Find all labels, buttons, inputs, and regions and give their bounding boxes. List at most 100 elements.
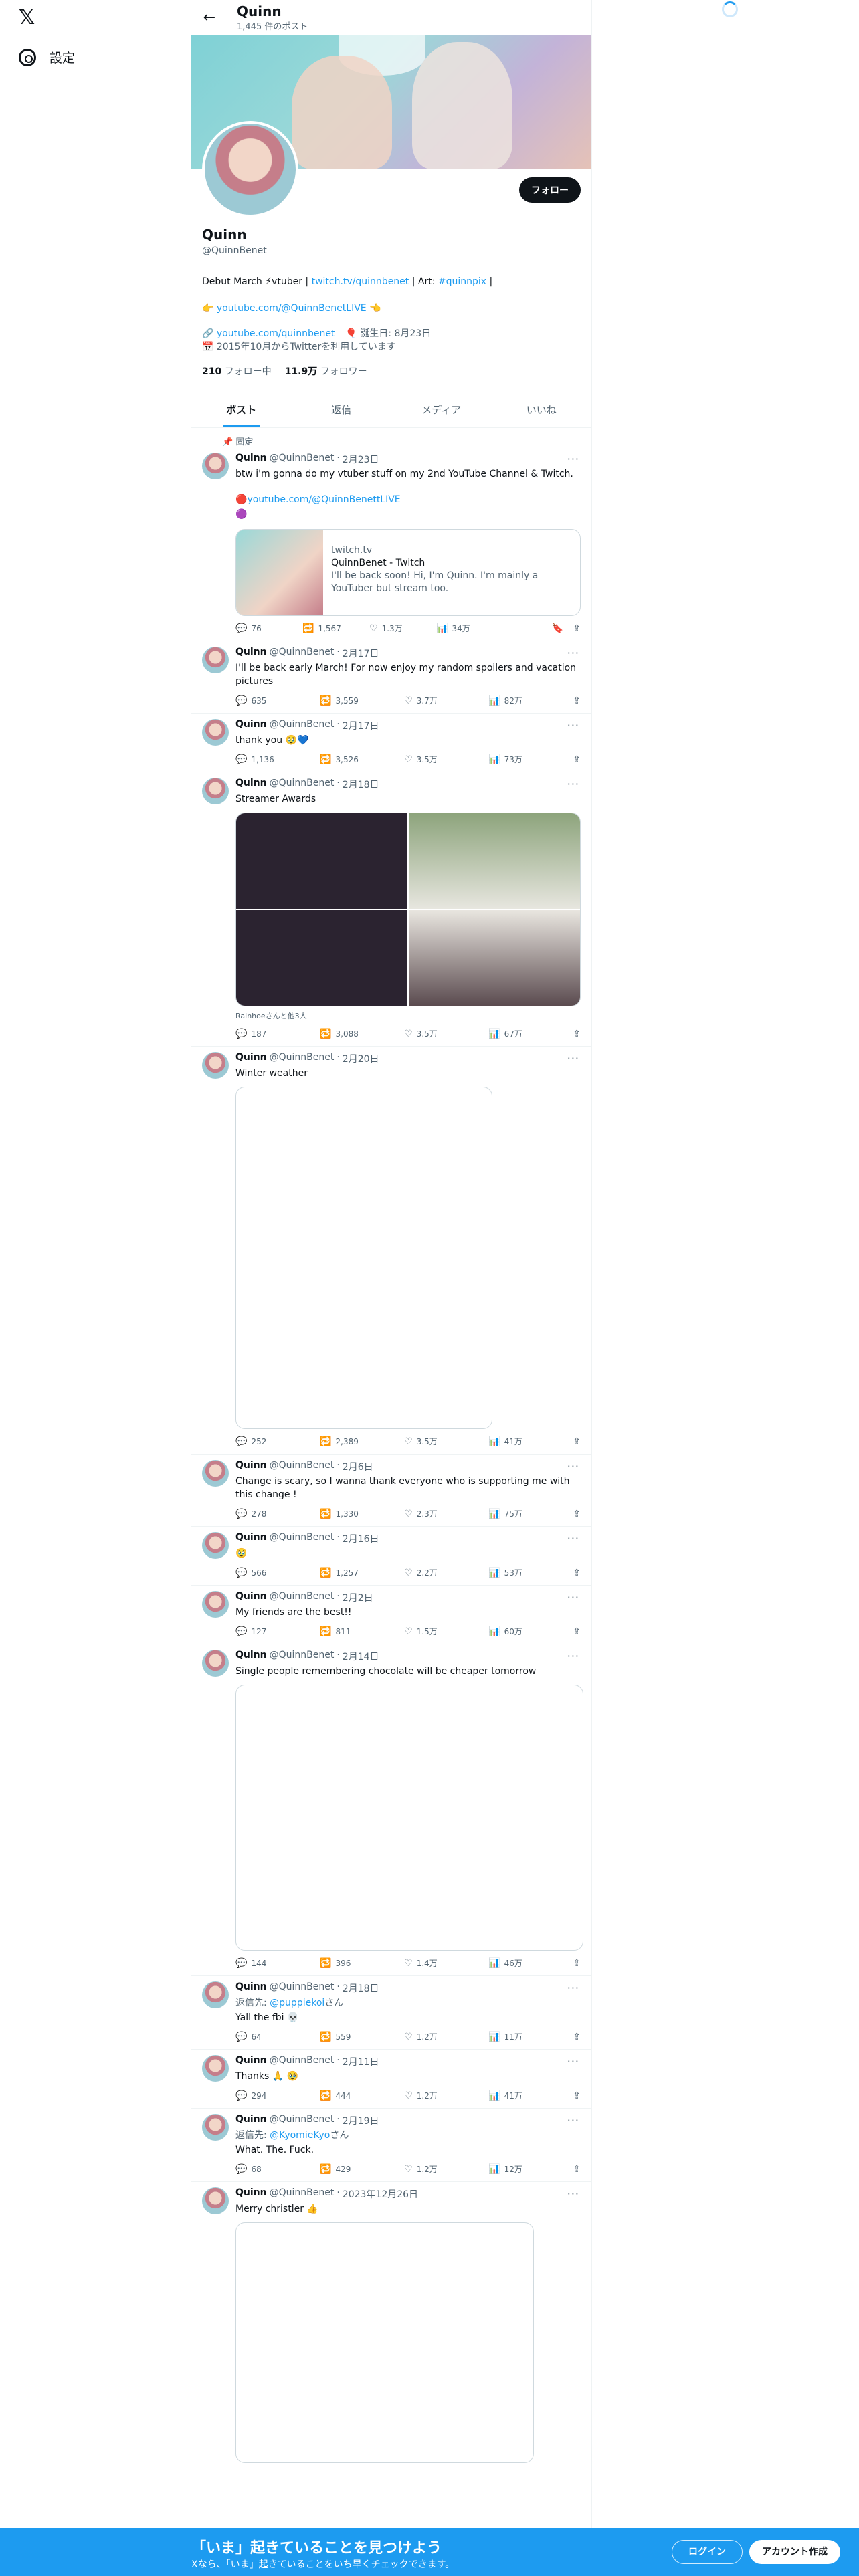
like-button[interactable]: ♡ 3.5万	[404, 754, 471, 765]
avatar[interactable]	[202, 647, 229, 673]
views-button[interactable]: 📊 73万	[488, 754, 555, 765]
avatar[interactable]	[202, 719, 229, 746]
avatar[interactable]	[202, 2055, 229, 2082]
tweet-author[interactable]: Quinn	[235, 1981, 267, 1995]
tweet-date[interactable]: 2月18日	[343, 1981, 379, 1995]
like-button[interactable]: ♡ 3.5万	[404, 1436, 471, 1447]
tweet-author[interactable]: Quinn	[235, 1460, 267, 1473]
tweet-author[interactable]: Quinn	[235, 2055, 267, 2068]
tweet-date[interactable]: 2月17日	[343, 647, 379, 660]
tab-posts[interactable]: ポスト	[191, 393, 292, 427]
more-icon[interactable]: ···	[567, 1981, 579, 1994]
tweet-author[interactable]: Quinn	[235, 1591, 267, 1604]
avatar[interactable]	[202, 1650, 229, 1677]
bio-twitch-link[interactable]: twitch.tv/quinnbenet	[312, 276, 409, 287]
tagged-users[interactable]: Rainhoeさんと他3人	[235, 1010, 581, 1021]
reply-button[interactable]: 💬 127	[235, 1626, 302, 1637]
tweet[interactable]: Quinn @QuinnBenet · 2月19日 返信先: @KyomieKyoさん…	[191, 2109, 591, 2182]
tweet-handle[interactable]: @QuinnBenet	[270, 647, 335, 660]
retweet-button[interactable]: 🔁 396	[320, 1957, 387, 1969]
tweet-date[interactable]: 2月19日	[343, 2114, 379, 2127]
followers-link[interactable]: 11.9万 フォロワー	[285, 364, 367, 378]
tweet-author[interactable]: Quinn	[235, 453, 267, 466]
share-button[interactable]: ⇪	[573, 623, 581, 634]
more-icon[interactable]: ···	[567, 1052, 579, 1065]
avatar[interactable]	[202, 1052, 229, 1079]
views-button[interactable]: 📊 12万	[488, 2163, 555, 2175]
avatar[interactable]	[202, 778, 229, 804]
reply-to-link[interactable]: @KyomieKyo	[270, 2130, 330, 2141]
share-button[interactable]: ⇪	[573, 1957, 581, 1969]
like-button[interactable]: ♡ 1.2万	[404, 2163, 471, 2175]
reply-button[interactable]: 💬 566	[235, 1567, 302, 1578]
tweet[interactable]: Quinn @QuinnBenet · 2月17日 I'll be back earl…	[191, 641, 591, 714]
retweet-button[interactable]: 🔁 444	[320, 2090, 387, 2101]
views-button[interactable]: 📊 46万	[488, 1957, 555, 1969]
more-icon[interactable]: ···	[567, 1532, 579, 1545]
more-icon[interactable]: ···	[567, 778, 579, 790]
views-button[interactable]: 📊 41万	[488, 1436, 555, 1447]
tweet-date[interactable]: 2月23日	[343, 453, 379, 466]
tweet[interactable]: Quinn @QuinnBenet · 2月11日 Thanks 🙏 🥹 💬 294 🔁…	[191, 2050, 591, 2109]
more-icon[interactable]: ···	[567, 1591, 579, 1604]
tweet-date[interactable]: 2月6日	[343, 1460, 373, 1473]
avatar[interactable]	[202, 1591, 229, 1618]
reply-button[interactable]: 💬 64	[235, 2031, 302, 2042]
share-button[interactable]: ⇪	[573, 695, 581, 706]
photo[interactable]	[409, 813, 580, 909]
media-placeholder[interactable]	[235, 1685, 583, 1951]
tweet-handle[interactable]: @QuinnBenet	[270, 1460, 335, 1473]
photo[interactable]	[236, 910, 407, 1006]
more-icon[interactable]: ···	[567, 453, 579, 465]
tweet[interactable]: Quinn @QuinnBenet · 2月2日 My friends are the…	[191, 1586, 591, 1644]
like-button[interactable]: ♡ 1.5万	[404, 1626, 471, 1637]
share-button[interactable]: ⇪	[573, 1567, 581, 1578]
tweet[interactable]: Quinn @QuinnBenet · 2月14日 Single people rem…	[191, 1644, 591, 1976]
more-icon[interactable]: ···	[567, 1650, 579, 1662]
more-icon[interactable]: ···	[567, 1460, 579, 1473]
reply-button[interactable]: 💬 187	[235, 1028, 302, 1039]
tab-likes[interactable]: いいね	[492, 393, 592, 427]
avatar[interactable]	[202, 2187, 229, 2214]
media-placeholder[interactable]	[235, 1087, 492, 1429]
tweet-handle[interactable]: @QuinnBenet	[270, 719, 335, 732]
like-button[interactable]: ♡ 2.3万	[404, 1508, 471, 1519]
tweet-handle[interactable]: @QuinnBenet	[270, 2055, 335, 2068]
like-button[interactable]: ♡ 1.2万	[404, 2031, 471, 2042]
like-button[interactable]: ♡ 3.7万	[404, 695, 471, 706]
tweet-date[interactable]: 2023年12月26日	[343, 2187, 418, 2201]
share-button[interactable]: ⇪	[573, 1436, 581, 1447]
tweet[interactable]: Quinn @QuinnBenet · 2023年12月26日 Merry chris…	[191, 2182, 591, 2470]
photo[interactable]	[236, 813, 407, 909]
tweet-date[interactable]: 2月14日	[343, 1650, 379, 1663]
tab-media[interactable]: メディア	[391, 393, 492, 427]
tweet-author[interactable]: Quinn	[235, 2187, 267, 2201]
retweet-button[interactable]: 🔁 559	[320, 2031, 387, 2042]
avatar[interactable]	[202, 2114, 229, 2141]
more-icon[interactable]: ···	[567, 719, 579, 732]
tweet-handle[interactable]: @QuinnBenet	[270, 1981, 335, 1995]
retweet-button[interactable]: 🔁 811	[320, 1626, 387, 1637]
share-button[interactable]: ⇪	[573, 1626, 581, 1637]
views-button[interactable]: 📊 53万	[488, 1567, 555, 1578]
signup-button[interactable]: アカウント作成	[749, 2540, 840, 2564]
tweet-date[interactable]: 2月17日	[343, 719, 379, 732]
following-link[interactable]: 210 フォロー中	[202, 364, 272, 378]
tweet-date[interactable]: 2月11日	[343, 2055, 379, 2068]
views-button[interactable]: 📊 41万	[488, 2090, 555, 2101]
more-icon[interactable]: ···	[567, 2187, 579, 2200]
tweet-link[interactable]: youtube.com/@QuinnBenettLIVE	[247, 494, 400, 505]
like-button[interactable]: ♡ 3.5万	[404, 1028, 471, 1039]
tweet-date[interactable]: 2月16日	[343, 1532, 379, 1545]
retweet-button[interactable]: 🔁 3,088	[320, 1028, 387, 1039]
share-button[interactable]: ⇪	[573, 1028, 581, 1039]
tweet[interactable]: Quinn @QuinnBenet · 2月23日 btw i'm gonna do …	[191, 447, 591, 641]
tweet[interactable]: Quinn @QuinnBenet · 2月16日 🥹 💬 566 🔁 1,257 ♡ 2.…	[191, 1527, 591, 1586]
views-button[interactable]: 📊 60万	[488, 1626, 555, 1637]
like-button[interactable]: ♡ 2.2万	[404, 1567, 471, 1578]
website-link[interactable]: youtube.com/quinnbenet	[217, 328, 335, 339]
views-button[interactable]: 📊 34万	[436, 623, 503, 634]
bookmark-button[interactable]: 🔖	[552, 623, 563, 634]
retweet-button[interactable]: 🔁 1,567	[302, 623, 369, 634]
tweet-author[interactable]: Quinn	[235, 1052, 267, 1065]
